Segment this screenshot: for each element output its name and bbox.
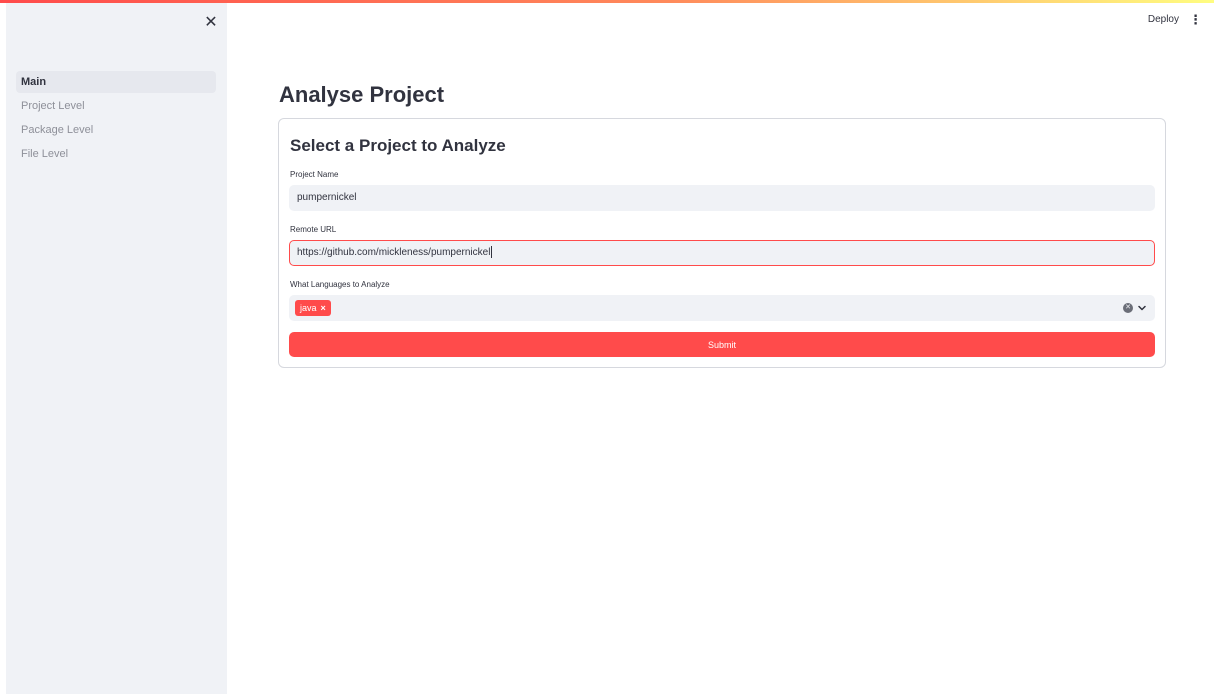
project-name-input[interactable]: pumpernickel — [289, 185, 1155, 211]
remote-url-label: Remote URL — [290, 225, 337, 234]
header-toolbar: Deploy ⋮ — [1148, 13, 1202, 26]
languages-multiselect[interactable]: java × ✕ — [289, 295, 1155, 321]
close-icon[interactable]: ✕ — [201, 12, 221, 32]
form-heading: Select a Project to Analyze — [290, 136, 506, 155]
chevron-down-icon[interactable] — [1137, 303, 1147, 313]
remote-url-input[interactable]: https://github.com/mickleness/pumpernick… — [289, 240, 1155, 266]
vertical-dots-icon[interactable]: ⋮ — [1189, 13, 1202, 26]
language-tag: java × — [295, 300, 331, 316]
submit-button[interactable]: Submit — [289, 332, 1155, 357]
page-title: Analyse Project — [279, 82, 445, 107]
text-cursor — [491, 246, 493, 259]
remote-url-value: https://github.com/mickleness/pumpernick… — [297, 247, 491, 258]
sidebar-item-main[interactable]: Main — [16, 71, 216, 93]
sidebar: ✕ Main Project Level Package Level File … — [6, 0, 227, 694]
project-form: Select a Project to Analyze Project Name… — [278, 118, 1166, 368]
clear-selection-icon[interactable]: ✕ — [1123, 303, 1133, 313]
sidebar-item-package-level[interactable]: Package Level — [16, 119, 216, 141]
top-decoration-bar — [0, 0, 1214, 3]
deploy-button[interactable]: Deploy — [1148, 14, 1179, 25]
language-tag-label: java — [300, 303, 317, 313]
sidebar-nav: Main Project Level Package Level File Le… — [16, 71, 216, 167]
sidebar-item-project-level[interactable]: Project Level — [16, 95, 216, 117]
project-name-label: Project Name — [290, 170, 339, 179]
languages-label: What Languages to Analyze — [290, 280, 390, 289]
tag-remove-icon[interactable]: × — [321, 300, 326, 316]
project-name-value: pumpernickel — [297, 192, 357, 203]
sidebar-item-file-level[interactable]: File Level — [16, 143, 216, 165]
